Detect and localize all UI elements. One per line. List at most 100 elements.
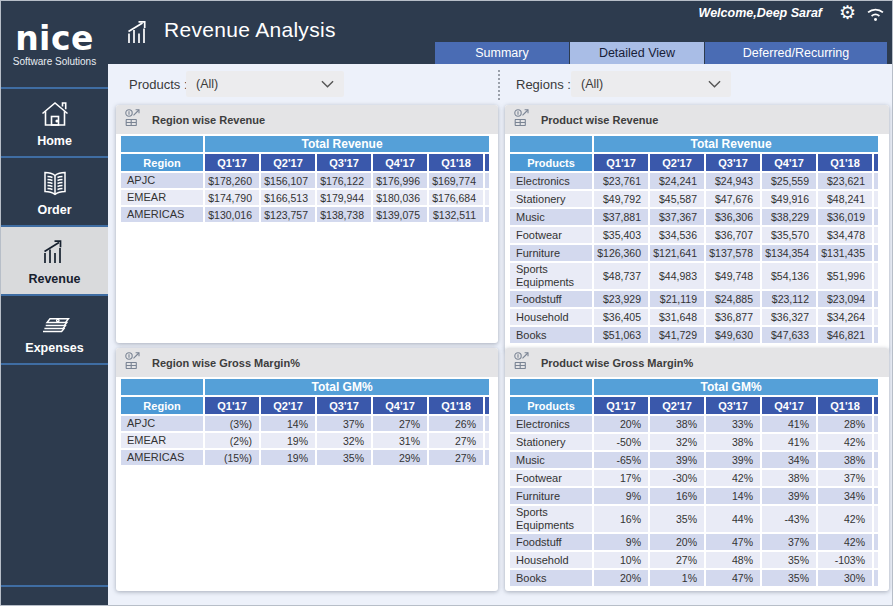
cell-value: $49,630: [706, 327, 760, 343]
cell-value: $51,996: [818, 263, 872, 289]
column-header-row: RegionQ1'17Q2'17Q3'17Q4'17Q1'18: [121, 154, 489, 171]
gear-icon[interactable]: ⚙: [839, 1, 856, 25]
row-label-header[interactable]: Products: [510, 154, 592, 171]
filter-divider: [498, 70, 500, 100]
regions-dropdown[interactable]: (All): [571, 71, 731, 97]
column-header[interactable]: Q4'17: [762, 397, 816, 414]
cell-value: 35%: [650, 506, 704, 532]
sidebar-nav: HomeOrderRevenueExpenses: [1, 89, 108, 365]
tab-summary[interactable]: Summary: [435, 42, 569, 64]
cell-value: $180,036: [373, 190, 427, 205]
cell-clipped: [874, 470, 878, 486]
cell-value: 38%: [818, 452, 872, 468]
cell-clipped: [874, 309, 878, 325]
table-row: EMEAR$174,790$166,513$179,944$180,036$17…: [121, 190, 489, 205]
group-header-label: Total Revenue: [594, 136, 878, 152]
cell-value: $31,648: [650, 309, 704, 325]
column-header[interactable]: Q1'18: [429, 397, 483, 414]
cell-value: 26%: [429, 416, 483, 431]
panel-title: Product wise Gross Margin%: [541, 357, 693, 369]
column-header[interactable]: Q4'17: [373, 397, 427, 414]
cell-value: $34,478: [818, 227, 872, 243]
column-header[interactable]: Q3'17: [706, 154, 760, 171]
cell-value: 39%: [706, 452, 760, 468]
wifi-icon[interactable]: [865, 5, 886, 22]
table-row: Sports Equipments16%35%44%-43%42%: [510, 506, 878, 532]
cell-value: 37%: [818, 470, 872, 486]
panel-product-wise-gross-margin-: Product wise Gross Margin%Total GM%Produ…: [505, 348, 889, 591]
cell-value: $45,587: [650, 191, 704, 207]
row-label: Sports Equipments: [510, 506, 592, 532]
table-row: Electronics20%38%33%41%28%: [510, 416, 878, 432]
column-header[interactable]: Q1'18: [429, 154, 483, 171]
cell-value: $47,676: [706, 191, 760, 207]
column-header[interactable]: Q1'18: [818, 397, 872, 414]
row-label-header[interactable]: Region: [121, 397, 203, 414]
revenue-chart-icon: [38, 235, 72, 269]
cell-value: $49,748: [706, 263, 760, 289]
cell-value: $138,738: [317, 207, 371, 222]
cell-clipped: [874, 263, 878, 289]
cell-value: 33%: [706, 416, 760, 432]
column-header[interactable]: Q1'17: [594, 154, 648, 171]
app-header: Revenue Analysis Welcome,Deep Saraf ⚙ Su…: [108, 1, 893, 64]
column-header[interactable]: Q1'17: [594, 397, 648, 414]
cell-value: 16%: [650, 488, 704, 504]
column-header[interactable]: Q2'17: [650, 397, 704, 414]
sidebar-item-home[interactable]: Home: [1, 89, 108, 158]
cell-value: $130,016: [205, 207, 259, 222]
column-header[interactable]: Q2'17: [261, 397, 315, 414]
cell-value: 20%: [594, 570, 648, 586]
panel-chart-icon: [123, 107, 144, 132]
cell-value: 32%: [317, 433, 371, 448]
table-row: Furniture$126,360$121,641$137,578$134,35…: [510, 245, 878, 261]
cell-value: 30%: [818, 570, 872, 586]
row-label: EMEAR: [121, 190, 203, 205]
sidebar-item-revenue[interactable]: Revenue: [1, 227, 108, 296]
sidebar-item-order[interactable]: Order: [1, 158, 108, 227]
panel-header: Region wise Gross Margin%: [116, 348, 498, 377]
table-row: Footwear17%-30%42%38%37%: [510, 470, 878, 486]
panel-body: Total GM% RegionQ1'17Q2'17Q3'17Q4'17Q1'18…: [116, 377, 498, 591]
column-header[interactable]: Q1'17: [205, 397, 259, 414]
column-header-clipped: [485, 397, 489, 414]
column-header[interactable]: Q4'17: [762, 154, 816, 171]
cell-value: 17%: [594, 470, 648, 486]
cell-value: $169,774: [429, 173, 483, 188]
panel-region-wise-revenue: Region wise RevenueTotal RevenueRegionQ1…: [116, 105, 498, 343]
row-label-header[interactable]: Products: [510, 397, 592, 414]
tab-deferred-recurring[interactable]: Deferred/Recurring: [704, 42, 887, 64]
cell-value: $36,877: [706, 309, 760, 325]
column-header[interactable]: Q3'17: [706, 397, 760, 414]
column-header-row: ProductsQ1'17Q2'17Q3'17Q4'17Q1'18: [510, 397, 878, 414]
column-header[interactable]: Q3'17: [317, 397, 371, 414]
column-header[interactable]: Q4'17: [373, 154, 427, 171]
table-row: EMEAR(2%)19%32%31%27%: [121, 433, 489, 448]
cell-clipped: [874, 570, 878, 586]
column-header[interactable]: Q1'17: [205, 154, 259, 171]
cell-clipped: [485, 173, 489, 188]
cell-clipped: [874, 291, 878, 307]
expenses-money-icon: [38, 304, 72, 338]
products-dropdown[interactable]: (All): [186, 71, 344, 97]
cell-value: 41%: [762, 434, 816, 450]
cell-value: $49,916: [762, 191, 816, 207]
sidebar-item-expenses[interactable]: Expenses: [1, 296, 108, 365]
group-header-row: Total GM%: [121, 379, 489, 395]
panel-region-wise-gross-margin-: Region wise Gross Margin% Total GM% Region…: [116, 348, 498, 591]
column-header[interactable]: Q1'18: [818, 154, 872, 171]
table-row: Stationery-50%32%38%41%42%: [510, 434, 878, 450]
cell-value: 34%: [818, 488, 872, 504]
row-label: Footwear: [510, 470, 592, 486]
cell-value: $178,260: [205, 173, 259, 188]
column-header[interactable]: Q2'17: [261, 154, 315, 171]
row-label-header[interactable]: Region: [121, 154, 203, 171]
cell-value: $49,792: [594, 191, 648, 207]
cell-value: $24,943: [706, 173, 760, 189]
column-header[interactable]: Q2'17: [650, 154, 704, 171]
cell-value: 35%: [317, 450, 371, 465]
column-header[interactable]: Q3'17: [317, 154, 371, 171]
tab-detailed-view[interactable]: Detailed View: [569, 42, 704, 64]
cell-value: 1%: [650, 570, 704, 586]
data-table: Total RevenueProductsQ1'17Q2'17Q3'17Q4'1…: [508, 134, 880, 345]
